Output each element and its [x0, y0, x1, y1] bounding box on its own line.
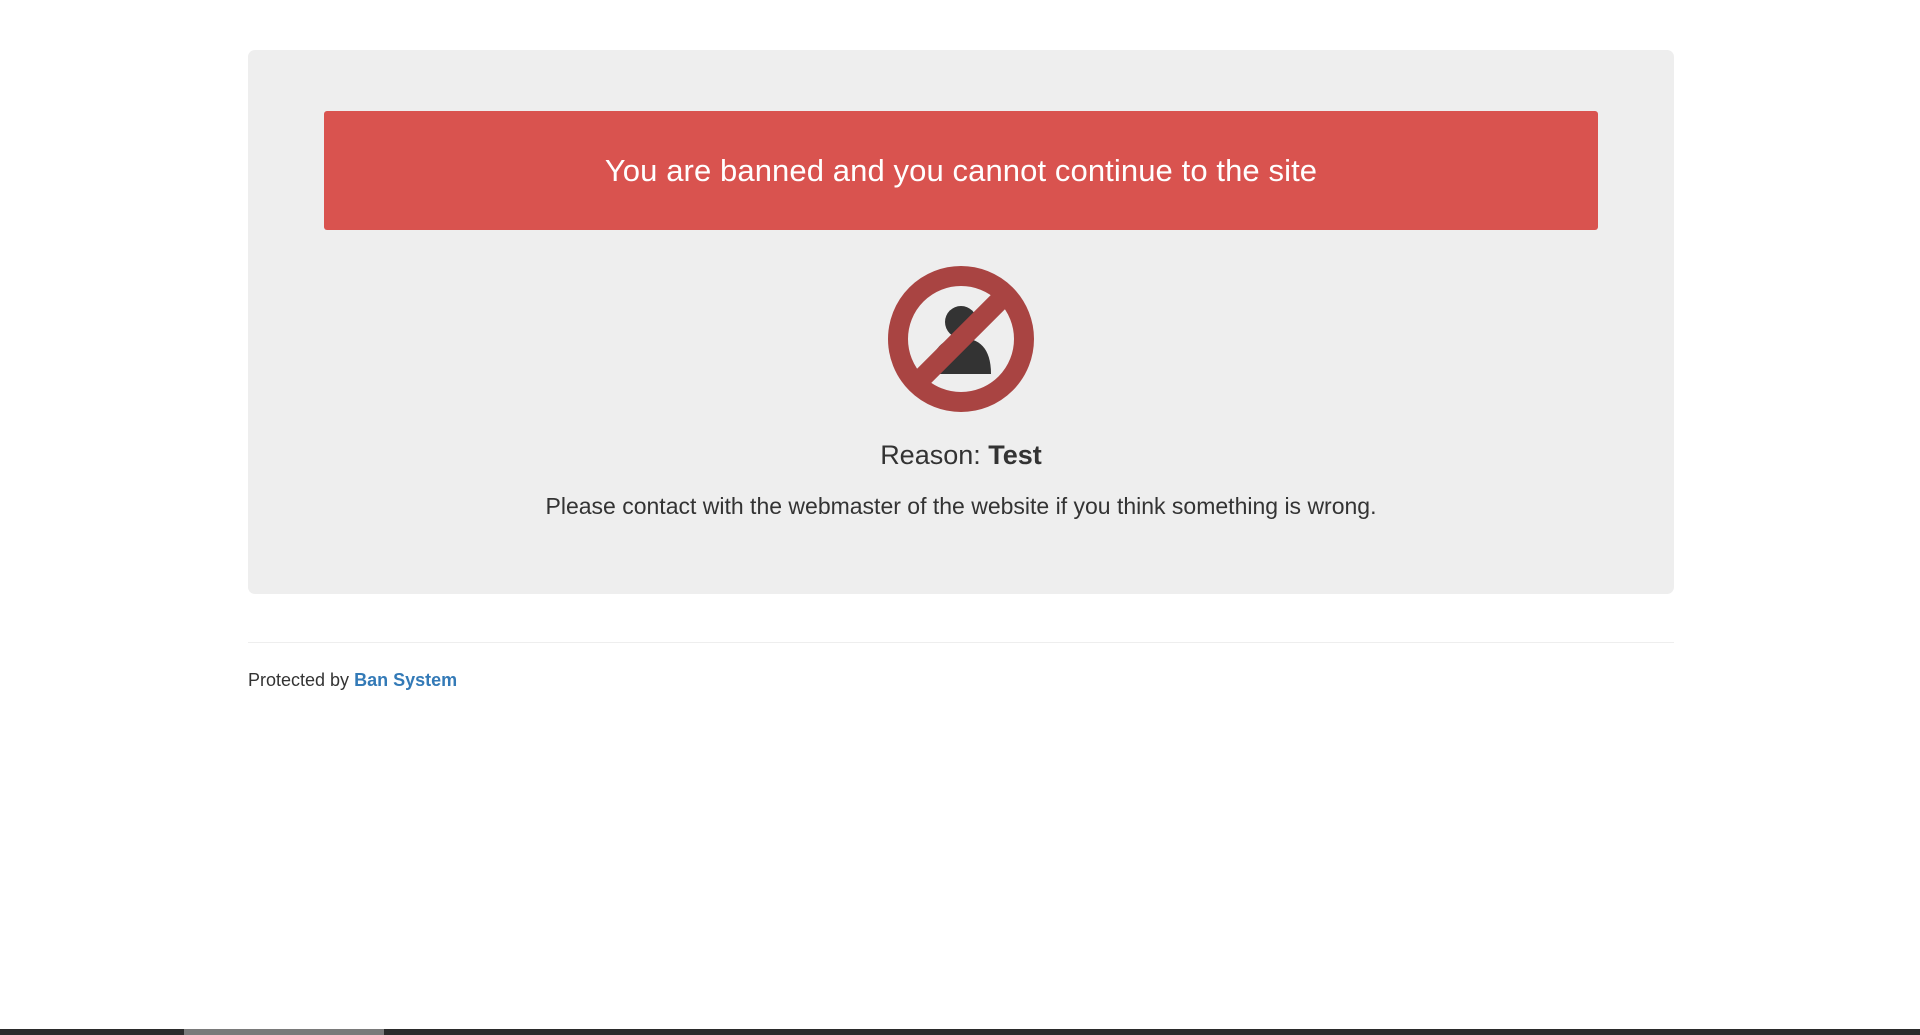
- ban-reason-value: Test: [988, 440, 1042, 470]
- ban-page: You are banned and you cannot continue t…: [0, 0, 1920, 1035]
- ban-system-link[interactable]: Ban System: [354, 670, 457, 690]
- contact-message: Please contact with the webmaster of the…: [545, 493, 1377, 519]
- banned-user-icon: [888, 266, 1034, 412]
- horizontal-scrollbar[interactable]: [0, 1029, 1920, 1035]
- ban-alert-banner: You are banned and you cannot continue t…: [324, 111, 1598, 230]
- ban-alert-message: You are banned and you cannot continue t…: [604, 152, 1318, 188]
- ban-reason-label: Reason:: [880, 440, 981, 470]
- footer: Protected by Ban System: [248, 670, 457, 691]
- scrollbar-thumb[interactable]: [184, 1029, 384, 1035]
- ban-panel: You are banned and you cannot continue t…: [248, 50, 1674, 594]
- footer-divider: [248, 642, 1674, 643]
- footer-prefix: Protected by: [248, 670, 350, 690]
- ban-reason: Reason: Test: [248, 440, 1674, 471]
